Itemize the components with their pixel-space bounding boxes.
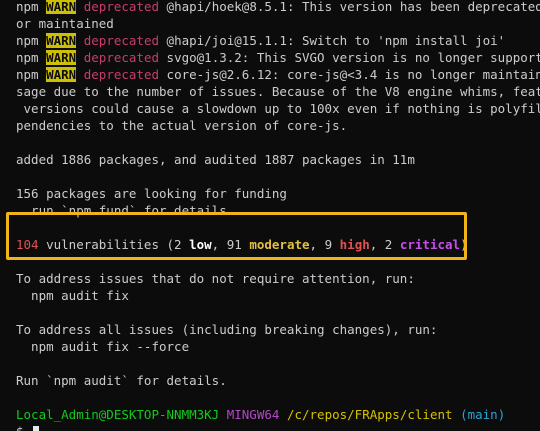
- output-line: npm WARN deprecated svgo@1.3.2: This SVG…: [16, 49, 540, 66]
- deprecated-label: deprecated: [76, 0, 160, 14]
- warn-badge: WARN: [46, 33, 77, 48]
- vulnerability-highlight-box: [6, 212, 467, 260]
- npm-prefix: npm: [16, 0, 47, 14]
- warn-badge: WARN: [46, 67, 77, 82]
- warning-message: @hapi/joi@15.1.1: Switch to 'npm install…: [159, 33, 506, 48]
- output-line: To address all issues (including breakin…: [16, 322, 438, 337]
- warn-badge: WARN: [46, 50, 77, 65]
- output-line: npm WARN deprecated @hapi/hoek@8.5.1: Th…: [16, 0, 540, 15]
- npm-prefix: npm: [16, 33, 47, 48]
- output-line: 156 packages are looking for funding: [16, 186, 287, 201]
- output-line: or maintained: [16, 16, 114, 31]
- warning-message: core-js@2.6.12: core-js@<3.4 is no longe…: [159, 67, 540, 82]
- warning-message: @hapi/hoek@8.5.1: This version has been …: [159, 0, 540, 14]
- output-line: npm WARN deprecated @hapi/joi@15.1.1: Sw…: [16, 32, 505, 49]
- git-branch: (main): [460, 407, 506, 422]
- terminal-window[interactable]: npm WARN deprecated @hapi/hoek@8.5.1: Th…: [0, 0, 540, 431]
- output-line: sage due to the number of issues. Becaus…: [16, 84, 540, 99]
- warning-message: svgo@1.3.2: This SVGO version is no long…: [159, 50, 540, 65]
- output-line: npm audit fix --force: [16, 339, 190, 354]
- text-cursor[interactable]: [33, 425, 40, 431]
- deprecated-label: deprecated: [76, 33, 160, 48]
- prompt-symbol: $: [16, 424, 31, 431]
- output-line: Run `npm audit` for details.: [16, 373, 227, 388]
- command-input-line[interactable]: $: [16, 423, 40, 431]
- shell-prompt-info: Local_Admin@DESKTOP-NNMM3KJ MINGW64 /c/r…: [16, 406, 505, 423]
- output-line: added 1886 packages, and audited 1887 pa…: [16, 152, 415, 167]
- deprecated-label: deprecated: [76, 50, 160, 65]
- deprecated-label: deprecated: [76, 67, 160, 82]
- user-host: Local_Admin@DESKTOP-NNMM3KJ: [16, 407, 220, 422]
- output-line: npm audit fix: [16, 288, 129, 303]
- npm-prefix: npm: [16, 67, 47, 82]
- output-line: npm WARN deprecated core-js@2.6.12: core…: [16, 66, 540, 83]
- warn-badge: WARN: [46, 0, 77, 14]
- shell-system: MINGW64: [226, 407, 280, 422]
- npm-prefix: npm: [16, 50, 47, 65]
- working-directory: /c/repos/FRApps/client: [286, 407, 453, 422]
- output-line: To address issues that do not require at…: [16, 271, 415, 286]
- output-line: versions could cause a slowdown up to 10…: [16, 101, 540, 116]
- output-line: pendencies to the actual version of core…: [16, 118, 348, 133]
